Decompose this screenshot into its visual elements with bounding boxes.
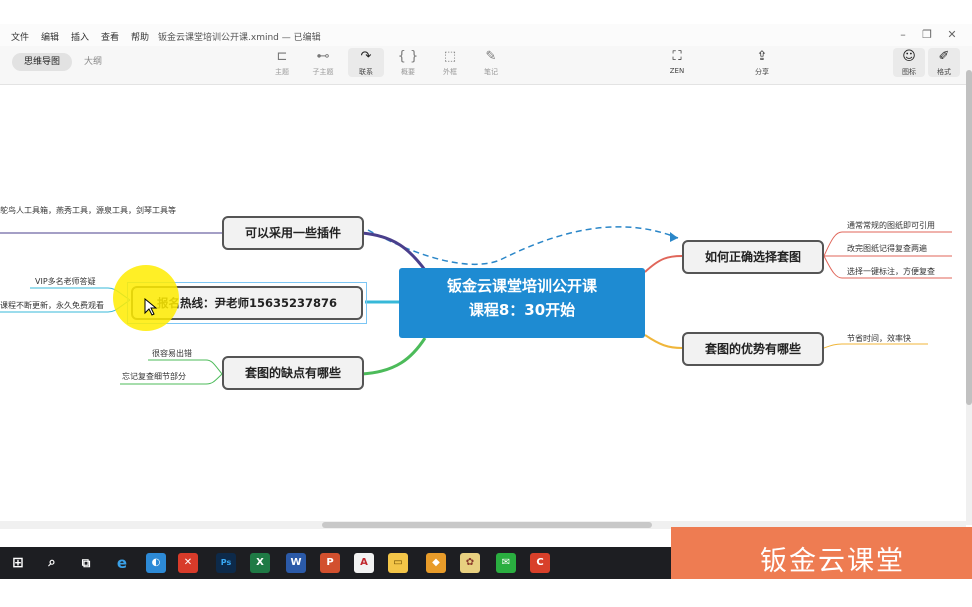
leaf-plugins-list[interactable]: 鸵鸟人工具箱，燕秀工具，源泉工具，剑琴工具等: [0, 205, 176, 216]
topic-plugins[interactable]: 可以采用一些插件: [222, 216, 364, 250]
branch-drawbacks: [361, 337, 427, 376]
file-explorer-icon[interactable]: ▭: [388, 553, 408, 573]
search-icon[interactable]: ⌕: [42, 553, 62, 573]
leaf-line: [823, 343, 928, 349]
leaf-one-click-dimension[interactable]: 选择一键标注，方便复查: [847, 266, 935, 277]
horizontal-scroll-thumb[interactable]: [322, 522, 652, 528]
branch-how-to-choose: [644, 255, 683, 273]
brand-watermark-text: 钣金云课堂: [760, 546, 905, 577]
task-view-icon[interactable]: ⧉: [76, 553, 96, 573]
word-icon[interactable]: W: [286, 553, 306, 573]
leaf-save-time[interactable]: 节省时间，效率快: [847, 333, 911, 344]
leaf-standard-drawings[interactable]: 通常常规的图纸即可引用: [847, 220, 935, 231]
excel-icon[interactable]: X: [250, 553, 270, 573]
windows-start-icon[interactable]: ⊞: [8, 553, 28, 573]
vertical-scroll-thumb[interactable]: [966, 70, 972, 405]
app-orange-icon[interactable]: ◆: [426, 553, 446, 573]
topic-drawbacks[interactable]: 套图的缺点有哪些: [222, 356, 364, 390]
topic-how-to-choose[interactable]: 如何正确选择套图: [682, 240, 824, 274]
xmind-icon[interactable]: ✕: [178, 553, 198, 573]
browser-icon[interactable]: ◐: [146, 553, 166, 573]
central-topic-line1: 钣金云课堂培训公开课: [446, 277, 597, 295]
leaf-vip[interactable]: VIP多名老师答疑: [35, 276, 96, 287]
edge-icon[interactable]: e: [112, 553, 132, 573]
bottom-margin: [0, 579, 972, 607]
app-paint-icon[interactable]: ✿: [460, 553, 480, 573]
branch-advantages: [644, 334, 683, 349]
leaf-recheck-twice[interactable]: 改完图纸记得复查两遍: [847, 243, 927, 254]
powerpoint-icon[interactable]: P: [320, 553, 340, 573]
topic-advantages[interactable]: 套图的优势有哪些: [682, 332, 824, 366]
autocad-icon[interactable]: A: [354, 553, 374, 573]
central-topic-line2: 课程8：30开始: [468, 301, 576, 319]
mouse-cursor-icon: [144, 298, 158, 316]
leaf-error-prone[interactable]: 很容易出错: [152, 348, 192, 359]
wechat-icon[interactable]: ✉: [496, 553, 516, 573]
leaf-updates[interactable]: 课程不断更新，永久免费观看: [0, 300, 108, 311]
central-topic[interactable]: 钣金云课堂培训公开课 课程8：30开始: [399, 268, 645, 338]
app-red-icon[interactable]: C: [530, 553, 550, 573]
leaf-forget-check[interactable]: 忘记复查细节部分: [122, 371, 186, 382]
photoshop-icon[interactable]: Ps: [216, 553, 236, 573]
